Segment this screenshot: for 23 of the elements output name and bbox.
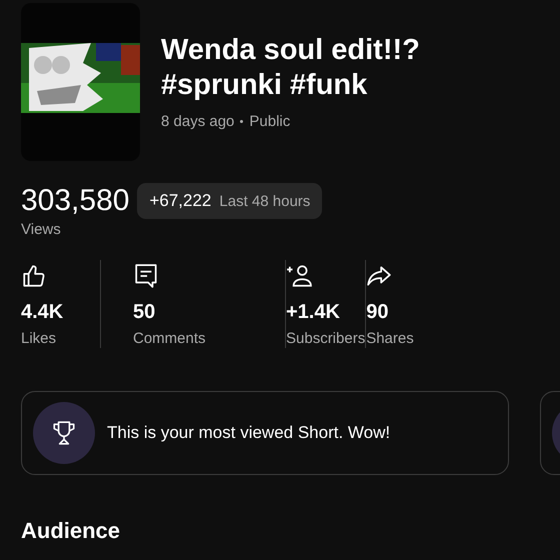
visibility-label: Public bbox=[249, 113, 290, 130]
stat-value: 50 bbox=[133, 301, 156, 324]
stat-label: Comments bbox=[133, 330, 206, 347]
stat-label: Likes bbox=[21, 330, 56, 347]
add-person-icon[interactable] bbox=[286, 263, 312, 289]
thumbs-up-icon[interactable] bbox=[21, 263, 47, 289]
video-title: Wenda soul edit!!? #sprunki #funk bbox=[161, 33, 421, 103]
trophy-icon bbox=[51, 420, 77, 446]
comment-icon[interactable] bbox=[133, 263, 159, 289]
views-change: +67,222 bbox=[149, 191, 212, 211]
view-count: 303,580 bbox=[21, 184, 130, 218]
stat-label: Subscribers bbox=[286, 330, 366, 347]
insight-card[interactable]: This is your most viewed Short. Wow! bbox=[21, 391, 509, 475]
stat-label: Shares bbox=[366, 330, 414, 347]
stat-value: 4.4K bbox=[21, 301, 64, 324]
views-label: Views bbox=[21, 221, 62, 238]
stat-value: 90 bbox=[366, 301, 388, 324]
separator-dot bbox=[240, 120, 244, 123]
stat-value: +1.4K bbox=[286, 301, 340, 324]
upload-age: 8 days ago bbox=[161, 113, 234, 130]
insight-text: This is your most viewed Short. Wow! bbox=[107, 423, 390, 443]
section-heading: Audience bbox=[21, 518, 122, 544]
change-period: Last 48 hours bbox=[219, 193, 310, 210]
